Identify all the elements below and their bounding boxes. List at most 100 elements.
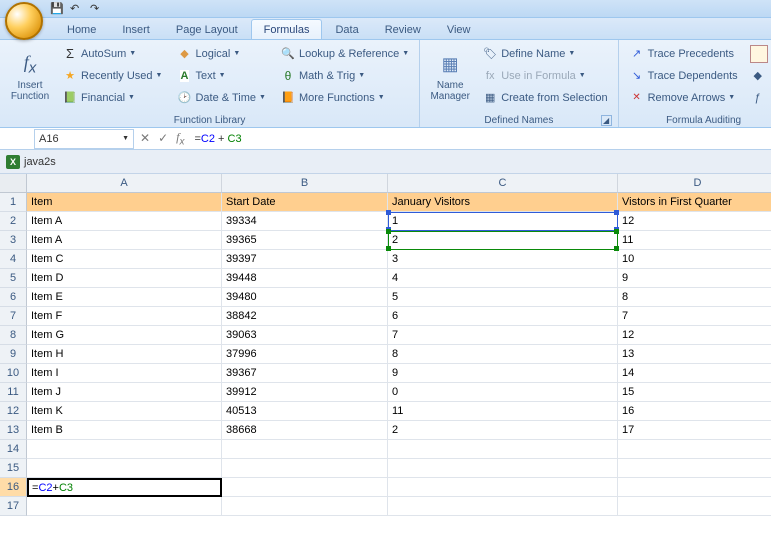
cell[interactable]: Item [27,193,222,212]
selection-handle[interactable] [386,210,391,215]
cell[interactable]: Vistors in First Quarter [618,193,771,212]
row-header[interactable]: 13 [0,421,27,440]
row-header[interactable]: 6 [0,288,27,307]
cell[interactable]: 38842 [222,307,388,326]
cell[interactable] [388,478,618,497]
col-header-a[interactable]: A [27,174,222,193]
cell[interactable]: 39912 [222,383,388,402]
cell[interactable]: Item I [27,364,222,383]
cell[interactable]: January Visitors [388,193,618,212]
cell[interactable]: 40513 [222,402,388,421]
cell[interactable]: 3 [388,250,618,269]
more-functions-button[interactable]: More Functions▼ [276,87,413,108]
row-header[interactable]: 10 [0,364,27,383]
cell[interactable]: 39397 [222,250,388,269]
cell[interactable]: Item B [27,421,222,440]
cell[interactable]: 13 [618,345,771,364]
qat-save-icon[interactable]: 💾 [50,2,64,16]
cell[interactable] [27,440,222,459]
cell[interactable]: 12 [618,326,771,345]
selection-handle[interactable] [614,229,619,234]
cell[interactable]: 17 [618,421,771,440]
cell[interactable]: 37996 [222,345,388,364]
use-in-formula-button[interactable]: fxUse in Formula▼ [478,65,611,86]
active-cell[interactable]: =C2 + C3 [27,478,222,497]
recently-used-button[interactable]: Recently Used▼ [58,65,166,86]
qat-redo-icon[interactable]: ↷ [90,2,104,16]
math-trig-button[interactable]: Math & Trig▼ [276,65,413,86]
remove-arrows-button[interactable]: Remove Arrows▼ [625,87,742,108]
cell[interactable]: 8 [618,288,771,307]
selection-handle[interactable] [386,246,391,251]
cell[interactable] [222,459,388,478]
row-header[interactable]: 5 [0,269,27,288]
row-header[interactable]: 2 [0,212,27,231]
cell[interactable] [27,459,222,478]
evaluate-formula-button[interactable]: ƒ [746,87,771,108]
cell[interactable]: 15 [618,383,771,402]
cell[interactable]: 39480 [222,288,388,307]
tab-review[interactable]: Review [372,19,434,39]
cell[interactable]: 9 [618,269,771,288]
tab-page-layout[interactable]: Page Layout [163,19,251,39]
row-header[interactable]: 3 [0,231,27,250]
tab-data[interactable]: Data [322,19,371,39]
cell[interactable]: 11 [388,402,618,421]
row-header[interactable]: 15 [0,459,27,478]
autosum-button[interactable]: AutoSum▼ [58,43,166,64]
error-options-button[interactable]: ◆▼ [746,65,771,86]
enter-icon[interactable]: ✓ [158,131,168,145]
selection-handle[interactable] [614,210,619,215]
cell[interactable]: 14 [618,364,771,383]
cell[interactable]: Item G [27,326,222,345]
row-header[interactable]: 9 [0,345,27,364]
cell[interactable] [618,459,771,478]
selection-handle[interactable] [614,246,619,251]
col-header-d[interactable]: D [618,174,771,193]
cell[interactable] [618,478,771,497]
row-header[interactable]: 7 [0,307,27,326]
tab-view[interactable]: View [434,19,484,39]
cell[interactable]: Item K [27,402,222,421]
logical-button[interactable]: Logical▼ [172,43,269,64]
cell[interactable]: 12 [618,212,771,231]
spreadsheet-grid[interactable]: A B C D 1 Item Start Date January Visito… [0,174,771,516]
cell[interactable]: 4 [388,269,618,288]
row-header[interactable]: 8 [0,326,27,345]
cancel-icon[interactable]: ✕ [140,131,150,145]
cell[interactable]: 2 [388,421,618,440]
cell[interactable]: 39334 [222,212,388,231]
date-time-button[interactable]: Date & Time▼ [172,87,269,108]
cell[interactable]: 7 [388,326,618,345]
cell[interactable]: 39365 [222,231,388,250]
cell[interactable]: 8 [388,345,618,364]
cell[interactable]: Item A [27,231,222,250]
cell[interactable]: 39063 [222,326,388,345]
row-header-active[interactable]: 16 [0,478,27,497]
row-header[interactable]: 17 [0,497,27,516]
cell[interactable]: 9 [388,364,618,383]
cell[interactable] [222,497,388,516]
formula-input[interactable]: =C2 + C3 [188,133,771,145]
cell[interactable]: 10 [618,250,771,269]
cell[interactable]: 7 [618,307,771,326]
cell[interactable]: 16 [618,402,771,421]
fx-button-icon[interactable]: fx [176,130,184,147]
cell[interactable]: Item C [27,250,222,269]
col-header-c[interactable]: C [388,174,618,193]
cell[interactable] [618,440,771,459]
cell[interactable]: 11 [618,231,771,250]
cell[interactable]: 2 [388,231,618,250]
create-from-selection-button[interactable]: ▦Create from Selection [478,87,611,108]
name-manager-button[interactable]: NameManager [426,43,474,109]
cell[interactable]: Item H [27,345,222,364]
cell[interactable]: 6 [388,307,618,326]
cell[interactable]: 38668 [222,421,388,440]
cell[interactable] [388,497,618,516]
cell[interactable] [388,459,618,478]
cell[interactable] [27,497,222,516]
cell[interactable] [618,497,771,516]
selection-handle[interactable] [386,229,391,234]
name-box[interactable]: A16▼ [34,129,134,149]
qat-undo-icon[interactable]: ↶ [70,2,84,16]
